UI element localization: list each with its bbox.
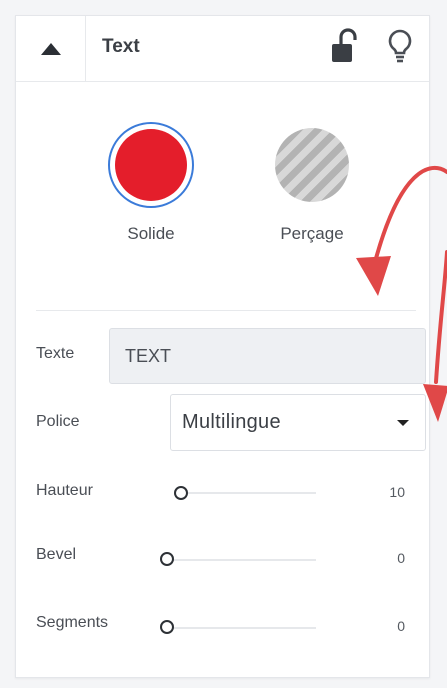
hole-mode-button[interactable] <box>269 122 355 208</box>
text-shape-panel: Text Solide Perçage Texte Police Multili… <box>15 15 430 678</box>
height-value: 10 <box>389 484 405 500</box>
lock-button[interactable] <box>329 28 359 64</box>
text-field-label: Texte <box>36 345 75 362</box>
font-select[interactable]: Multilingue <box>170 394 426 451</box>
segments-value: 0 <box>397 618 405 634</box>
segments-label: Segments <box>36 614 109 631</box>
solid-color-swatch <box>115 129 187 201</box>
bevel-value: 0 <box>397 550 405 566</box>
bevel-label: Bevel <box>36 546 77 563</box>
panel-title: Text <box>102 36 140 57</box>
solid-mode-label: Solide <box>127 224 175 243</box>
lightbulb-button[interactable] <box>386 28 414 64</box>
panel-header: Text <box>16 16 429 82</box>
bevel-slider-track[interactable] <box>162 559 316 561</box>
segments-slider-thumb[interactable] <box>160 620 174 634</box>
collapse-button[interactable] <box>16 16 86 81</box>
unlock-icon <box>332 28 357 62</box>
triangle-up-icon <box>40 42 61 55</box>
hole-pattern-swatch <box>275 128 349 202</box>
height-slider-track[interactable] <box>176 492 316 494</box>
text-input[interactable] <box>109 328 426 384</box>
annotation-arrow-down <box>434 250 447 384</box>
hole-mode-label: Perçage <box>280 224 344 243</box>
chevron-down-icon <box>397 420 409 426</box>
lightbulb-icon <box>388 29 412 63</box>
height-label: Hauteur <box>36 482 93 499</box>
segments-slider-track[interactable] <box>162 627 316 629</box>
height-slider-thumb[interactable] <box>174 486 188 500</box>
font-select-value: Multilingue <box>182 411 281 433</box>
bevel-slider-thumb[interactable] <box>160 552 174 566</box>
font-field-label: Police <box>36 413 80 430</box>
solid-mode-button[interactable] <box>108 122 194 208</box>
section-divider <box>36 310 416 311</box>
